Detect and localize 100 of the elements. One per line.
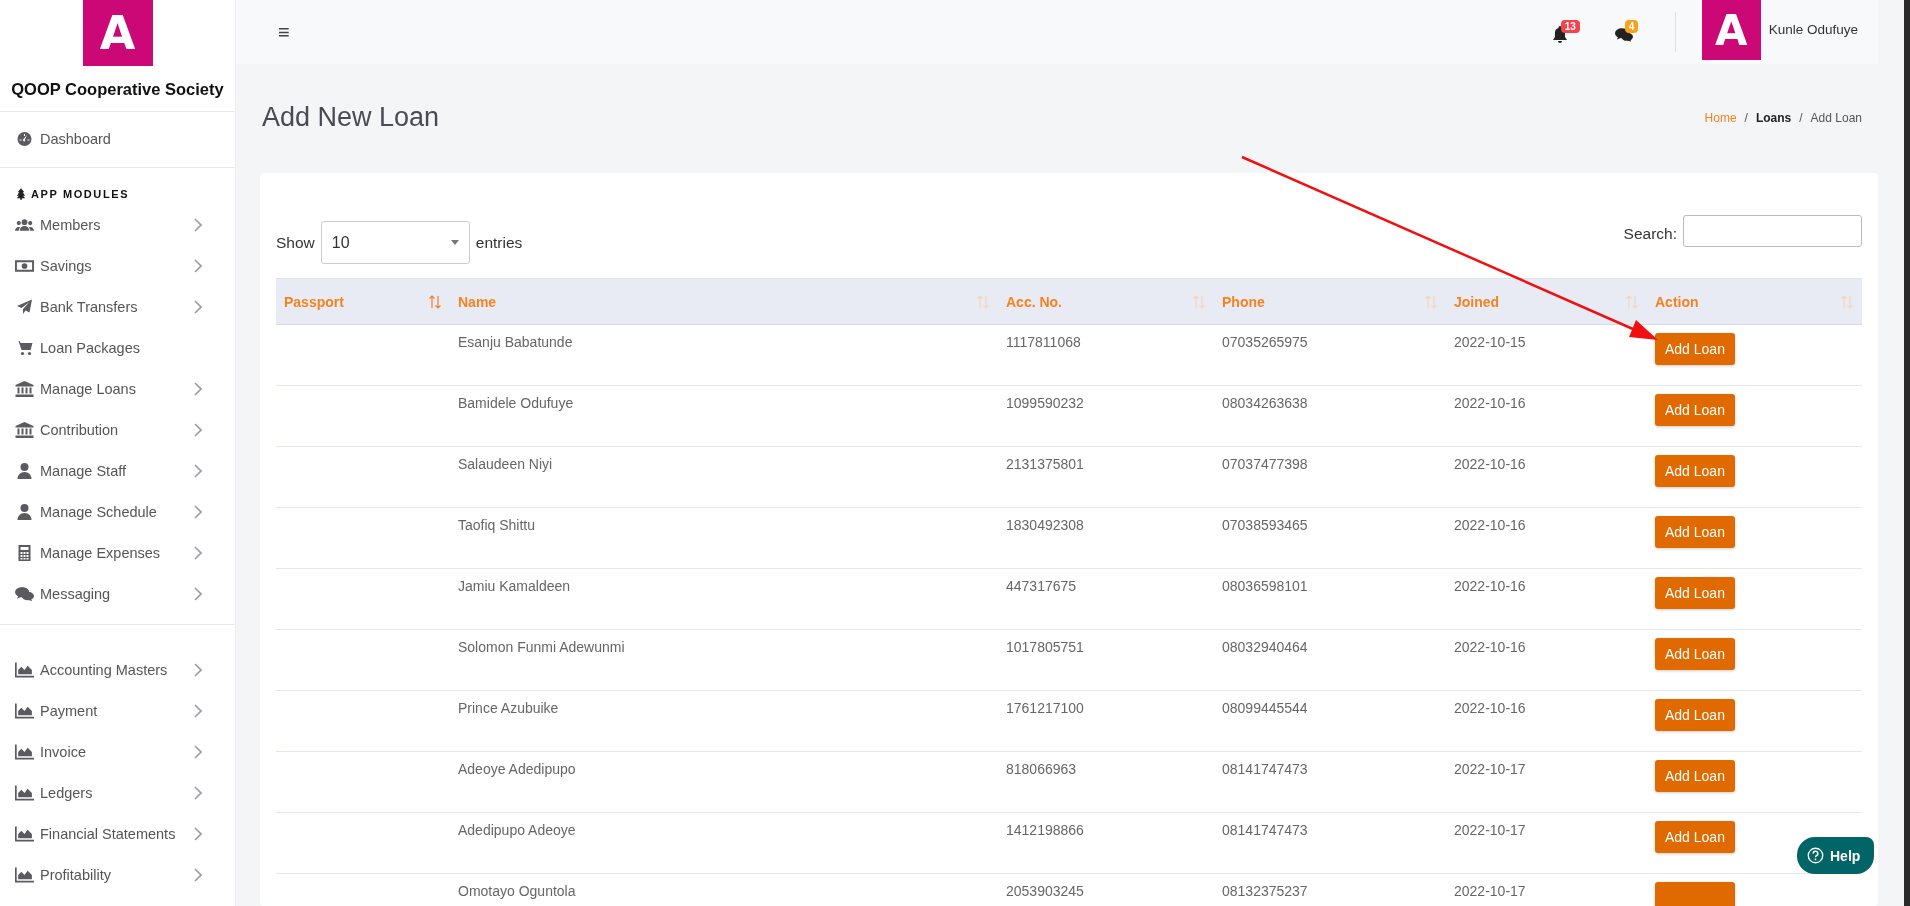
logo: A: [82, 0, 153, 66]
chat-icon: [15, 585, 34, 602]
sort-icon: [976, 294, 990, 309]
table-cell: Adeoye Adedipupo: [450, 751, 998, 813]
nav-item[interactable]: Manage Staff: [0, 450, 235, 491]
chevron-right-icon: [194, 545, 202, 560]
banknote-icon: [15, 257, 34, 274]
chevron-right-icon: [194, 586, 202, 601]
search-field[interactable]: [1683, 215, 1862, 247]
table-cell: Bamidele Odufuye: [450, 385, 998, 447]
section-heading: APP MODULES: [31, 188, 130, 200]
nav-item[interactable]: Loan Packages: [0, 327, 235, 368]
table-cell: 2022-10-15: [1446, 324, 1647, 386]
question-icon: [1807, 847, 1824, 864]
sort-icon: [1840, 294, 1854, 309]
nav-item[interactable]: Manage Expenses: [0, 532, 235, 573]
chevron-right-icon: [194, 299, 202, 314]
bank-icon: [15, 380, 34, 397]
table-cell: 2131375801: [998, 446, 1214, 508]
user-name[interactable]: Kunle Odufuye: [1768, 22, 1858, 37]
table-cell: 2022-10-16: [1446, 507, 1647, 569]
sort-icon: [1625, 294, 1639, 309]
sort-icon: [1424, 294, 1438, 309]
table-cell: 08099445544: [1214, 690, 1446, 752]
nav-item[interactable]: Members: [0, 204, 235, 245]
table-cell: 2022-10-16: [1446, 629, 1647, 691]
breadcrumb-item: Loans: [1755, 110, 1792, 125]
table-cell: Prince Azubuike: [450, 690, 998, 752]
notification-button[interactable]: 13: [1550, 20, 1579, 44]
table-cell: 1412198866: [998, 812, 1214, 874]
chevron-right-icon: [194, 744, 202, 759]
table-cell: 2053903245: [998, 873, 1214, 906]
breadcrumb-separator: /: [1799, 110, 1803, 125]
nav-item[interactable]: Ledgers: [0, 772, 235, 813]
user-icon: [15, 503, 34, 520]
user-avatar[interactable]: A: [1701, 0, 1761, 60]
nav-item[interactable]: Invoice: [0, 731, 235, 772]
notification-count: 13: [1560, 20, 1580, 33]
table-cell: Taofiq Shittu: [450, 507, 998, 569]
entries-label: entries: [475, 233, 523, 252]
chevron-right-icon: [194, 504, 202, 519]
table-cell: Salaudeen Niyi: [450, 446, 998, 508]
nav-item[interactable]: Profitability: [0, 854, 235, 895]
table-cell: 2022-10-16: [1446, 385, 1647, 447]
nav-item[interactable]: Dashboard: [0, 123, 235, 155]
table-cell: 08141747473: [1214, 751, 1446, 813]
table-cell: Solomon Funmi Adewunmi: [450, 629, 998, 691]
breadcrumb-separator: /: [1744, 110, 1748, 125]
gauge-icon: [15, 131, 34, 147]
add-loan-button[interactable]: [1655, 882, 1735, 906]
table-cell: 1117811068: [998, 324, 1214, 386]
caret-down-icon: [450, 240, 459, 245]
bank-icon: [15, 421, 34, 438]
page-size-select[interactable]: 10: [320, 221, 470, 264]
message-count: 4: [1624, 20, 1639, 33]
chevron-right-icon: [194, 422, 202, 437]
table-cell: 07035265975: [1214, 324, 1446, 386]
area-chart-icon: [15, 866, 34, 883]
chevron-right-icon: [194, 258, 202, 273]
area-chart-icon: [15, 661, 34, 678]
tree-icon: [16, 188, 26, 200]
sort-icon: [1192, 294, 1206, 309]
nav-item[interactable]: Accounting Masters: [0, 649, 235, 690]
users-icon: [15, 216, 34, 233]
page-title: Add New Loan: [262, 102, 440, 133]
table-cell: Esanju Babatunde: [450, 324, 998, 386]
help-button[interactable]: Help: [1797, 837, 1874, 874]
nav-item[interactable]: Manage Loans: [0, 368, 235, 409]
table-cell: 08132375237: [1214, 873, 1446, 906]
table-cell: 07038593465: [1214, 507, 1446, 569]
chevron-right-icon: [194, 826, 202, 841]
table-cell: 08032940464: [1214, 629, 1446, 691]
chevron-right-icon: [194, 217, 202, 232]
table-cell: 1017805751: [998, 629, 1214, 691]
nav-item[interactable]: Messaging: [0, 573, 235, 614]
table-cell: 2022-10-17: [1446, 751, 1647, 813]
scrollbar[interactable]: [1904, 0, 1910, 906]
search-label: Search:: [1623, 225, 1677, 243]
nav-item[interactable]: Payment: [0, 690, 235, 731]
menu-button[interactable]: ≡: [270, 20, 298, 44]
nav-item[interactable]: Contribution: [0, 409, 235, 450]
chevron-right-icon: [194, 662, 202, 677]
chevron-right-icon: [194, 703, 202, 718]
area-chart-icon: [15, 784, 34, 801]
nav-item[interactable]: Manage Schedule: [0, 491, 235, 532]
table-cell: 1830492308: [998, 507, 1214, 569]
table-cell: Adedipupo Adeoye: [450, 812, 998, 874]
table-cell: 2022-10-17: [1446, 812, 1647, 874]
table-cell: 08141747473: [1214, 812, 1446, 874]
table-cell: 1761217100: [998, 690, 1214, 752]
chevron-right-icon: [194, 785, 202, 800]
breadcrumb-current: Add Loan: [1810, 110, 1862, 125]
nav-item[interactable]: Bank Transfers: [0, 286, 235, 327]
nav-item[interactable]: Financial Statements: [0, 813, 235, 854]
table-cell: 08036598101: [1214, 568, 1446, 630]
organization-name: QOOP Cooperative Society: [11, 80, 224, 99]
sort-icon: [428, 294, 442, 309]
table-cell: 2022-10-16: [1446, 568, 1647, 630]
area-chart-icon: [15, 743, 34, 760]
nav-item[interactable]: Savings: [0, 245, 235, 286]
